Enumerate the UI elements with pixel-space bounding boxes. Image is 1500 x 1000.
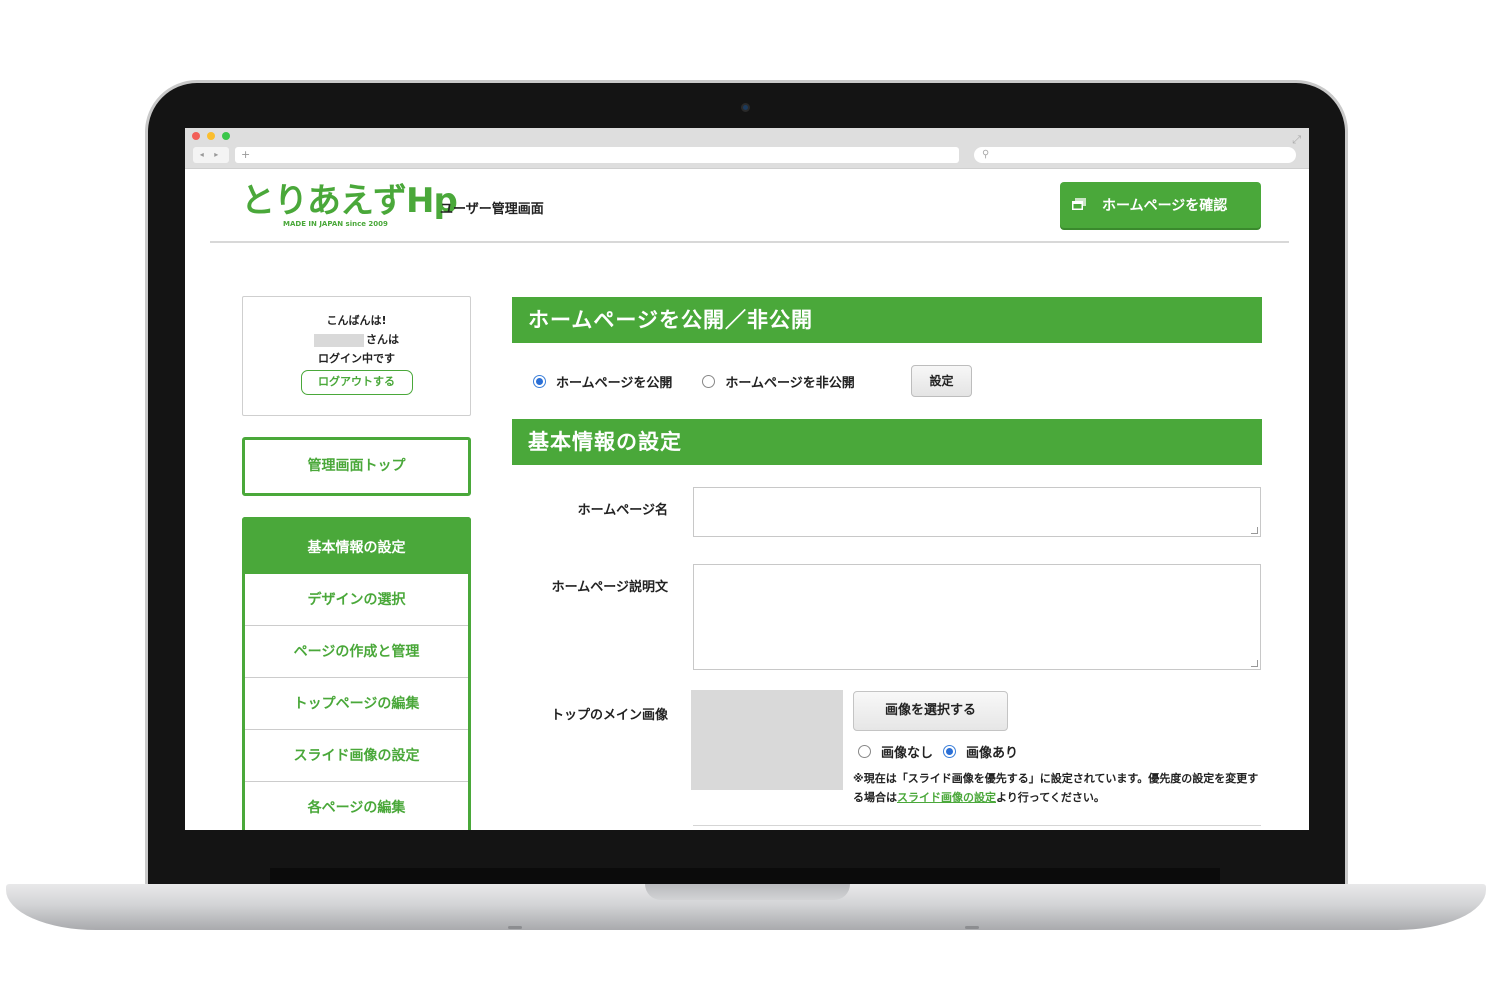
minimize-window-icon[interactable] (207, 132, 215, 140)
note-text-end: より行ってください。 (996, 791, 1105, 804)
sidebar-item-top-page[interactable]: トップページの編集 (245, 678, 468, 730)
resize-handle-icon[interactable] (1251, 660, 1258, 667)
header-divider (210, 241, 1289, 243)
basic-info-section-title: 基本情報の設定 (512, 419, 1262, 465)
publish-options: ホームページを公開 ホームページを非公開 (533, 369, 855, 393)
page-subtitle: ユーザー管理画面 (440, 202, 544, 217)
sidebar-item-design[interactable]: デザインの選択 (245, 574, 468, 626)
view-site-label: ホームページを確認 (1102, 198, 1228, 214)
maximize-window-icon[interactable] (222, 132, 230, 140)
close-window-icon[interactable] (192, 132, 200, 140)
publish-radio-private[interactable] (702, 374, 716, 388)
site-logo[interactable]: とりあえずHp MADE IN JAPAN since 2009 (241, 182, 458, 230)
image-none-label: 画像なし (881, 745, 934, 761)
site-name-input[interactable] (693, 487, 1261, 537)
search-icon: ⚲ (982, 149, 990, 160)
site-name-label: ホームページ名 (577, 503, 668, 518)
description-textarea[interactable] (693, 564, 1261, 670)
username-redacted (314, 333, 364, 347)
laptop-foot (508, 926, 522, 929)
camera-icon (741, 103, 750, 112)
browser-search-input[interactable]: ⚲ (974, 147, 1296, 163)
dashboard-top-button[interactable]: 管理画面トップ (242, 437, 471, 496)
greeting-status: ログイン中です (318, 352, 395, 365)
image-radio-none[interactable] (858, 744, 871, 758)
window-icon (1072, 198, 1086, 210)
sidebar-item-each-page[interactable]: 各ページの編集 (245, 782, 468, 830)
greeting-user: さんは (243, 330, 470, 349)
back-forward-buttons[interactable]: ◂ ▸ (193, 147, 229, 163)
view-site-button[interactable]: ホームページを確認 (1060, 182, 1261, 228)
greeting-box: こんばんは! さんは ログイン中です ログアウトする (242, 296, 471, 416)
image-with-label: 画像あり (966, 745, 1019, 761)
laptop-foot (965, 926, 979, 929)
slide-settings-link[interactable]: スライド画像の設定 (897, 791, 996, 804)
main-image-preview (691, 690, 843, 790)
fullscreen-icon[interactable]: ⤢ (1292, 133, 1301, 147)
publish-section-title: ホームページを公開／非公開 (512, 297, 1262, 343)
screen: ◂ ▸ + ⚲ ⤢ とりあえずHp MADE IN JAPAN since 20… (185, 128, 1309, 830)
resize-handle-icon[interactable] (1251, 527, 1258, 534)
sidebar-menu: 基本情報の設定 デザインの選択 ページの作成と管理 トップページの編集 スライド… (242, 517, 471, 830)
form-divider (693, 825, 1261, 826)
new-tab-icon[interactable]: + (241, 148, 250, 161)
publish-radio-public[interactable] (533, 374, 546, 388)
sidebar-item-pages[interactable]: ページの作成と管理 (245, 626, 468, 678)
greeting-hello: こんばんは! (326, 314, 387, 327)
select-image-button[interactable]: 画像を選択する (853, 691, 1008, 731)
image-radio-with[interactable] (943, 744, 957, 758)
image-options: 画像なし 画像あり (858, 740, 1018, 762)
sidebar-item-slides[interactable]: スライド画像の設定 (245, 730, 468, 782)
laptop-notch (645, 884, 850, 900)
greeting-suffix: さんは (366, 333, 399, 346)
main-image-label: トップのメイン画像 (550, 708, 668, 723)
laptop-mockup: ◂ ▸ + ⚲ ⤢ とりあえずHp MADE IN JAPAN since 20… (0, 0, 1500, 1000)
publish-public-label: ホームページを公開 (556, 375, 673, 391)
logo-tagline: MADE IN JAPAN since 2009 (283, 220, 388, 228)
publish-set-button[interactable]: 設定 (911, 365, 972, 397)
logo-wordmark: とりあえずHp (241, 181, 458, 221)
browser-chrome: ◂ ▸ + ⚲ ⤢ (185, 128, 1309, 169)
sidebar-item-basic-settings[interactable]: 基本情報の設定 (245, 520, 468, 574)
logout-button[interactable]: ログアウトする (300, 370, 413, 395)
publish-private-label: ホームページを非公開 (725, 375, 855, 391)
address-bar[interactable]: + (235, 147, 959, 163)
image-priority-note: ※現在は「スライド画像を優先する」に設定されています。優先度の設定を変更する場合… (853, 769, 1263, 807)
description-label: ホームページ説明文 (551, 580, 668, 595)
